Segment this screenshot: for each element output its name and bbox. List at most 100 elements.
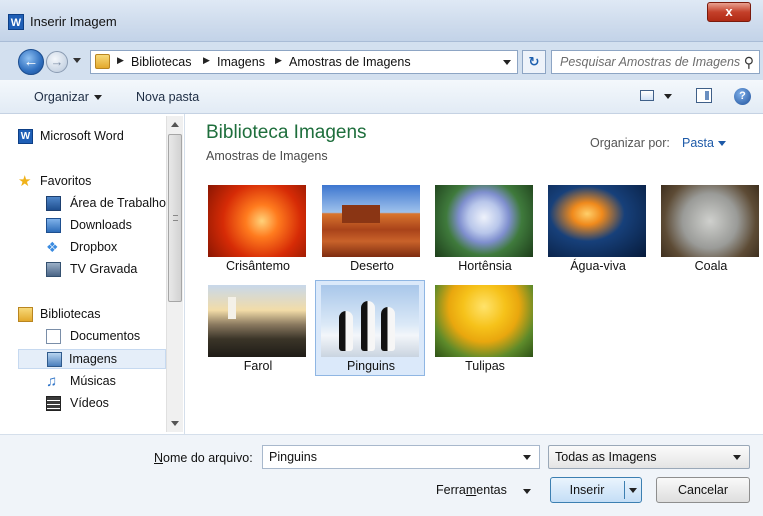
nav-item-musicas[interactable]: ♫ Músicas bbox=[46, 372, 166, 392]
cancel-button[interactable]: Cancelar bbox=[656, 477, 750, 503]
image-caption: Crisântemo bbox=[226, 259, 290, 273]
close-button[interactable]: x bbox=[707, 2, 751, 22]
word-icon: W bbox=[18, 129, 33, 144]
nav-item-bibliotecas[interactable]: Bibliotecas bbox=[18, 305, 166, 325]
scrollbar-thumb[interactable] bbox=[168, 134, 182, 302]
address-bar[interactable]: ▶ Bibliotecas ▶ Imagens ▶ Amostras de Im… bbox=[90, 50, 518, 74]
nav-item-microsoft-word[interactable]: W Microsoft Word bbox=[18, 127, 166, 147]
nav-item-favoritos[interactable]: ★ Favoritos bbox=[18, 172, 166, 192]
insert-options-dropdown-icon[interactable] bbox=[629, 488, 637, 493]
file-list-area: Biblioteca Imagens Amostras de Imagens O… bbox=[186, 114, 763, 434]
chevron-down-icon[interactable] bbox=[718, 141, 726, 146]
filename-dropdown-icon[interactable] bbox=[523, 455, 531, 460]
nav-item-dropbox[interactable]: ❖ Dropbox bbox=[46, 238, 166, 258]
grip-icon bbox=[173, 215, 178, 221]
breadcrumb-amostras[interactable]: Amostras de Imagens bbox=[289, 55, 411, 69]
image-tile-coala[interactable]: Coala bbox=[655, 180, 763, 276]
nav-item-downloads[interactable]: Downloads bbox=[46, 216, 166, 236]
organize-label: Organizar bbox=[34, 90, 89, 104]
address-row: ← → ▶ Bibliotecas ▶ Imagens ▶ Amostras d… bbox=[0, 42, 763, 80]
image-caption: Farol bbox=[243, 359, 273, 373]
nav-item-label: Bibliotecas bbox=[40, 307, 101, 321]
image-tile-hortensia[interactable]: Hortênsia bbox=[429, 180, 539, 276]
insert-button[interactable]: Inserir bbox=[550, 477, 642, 503]
nav-item-label: Favoritos bbox=[40, 174, 92, 188]
nav-item-label: Downloads bbox=[70, 218, 132, 232]
dropbox-icon: ❖ bbox=[46, 239, 59, 255]
image-thumbnail bbox=[321, 285, 419, 357]
recent-pages-dropdown-icon[interactable] bbox=[73, 58, 81, 63]
chevron-down-icon[interactable] bbox=[523, 489, 531, 494]
tools-label-part: entas bbox=[476, 483, 507, 497]
search-input[interactable]: Pesquisar Amostras de Imagens ⚲ bbox=[551, 50, 760, 74]
nav-item-label: Microsoft Word bbox=[40, 129, 124, 143]
breadcrumb-separator-icon: ▶ bbox=[117, 55, 124, 65]
preview-pane-icon[interactable] bbox=[696, 88, 712, 103]
image-caption: Hortênsia bbox=[458, 259, 512, 273]
image-tile-pinguins[interactable]: Pinguins bbox=[315, 280, 425, 376]
nav-item-imagens[interactable]: Imagens bbox=[18, 349, 166, 369]
image-tile-crisantemo[interactable]: Crisântemo bbox=[202, 180, 312, 276]
refresh-button[interactable]: ↻ bbox=[522, 50, 546, 74]
downloads-icon bbox=[46, 218, 61, 233]
filename-label-text: ome do arquivo: bbox=[163, 451, 253, 465]
back-button[interactable]: ← bbox=[18, 49, 44, 75]
file-type-select[interactable]: Todas as Imagens bbox=[548, 445, 750, 469]
nav-item-label: Imagens bbox=[69, 352, 117, 366]
back-arrow-icon: ← bbox=[23, 53, 39, 70]
image-tile-agua-viva[interactable]: Água-viva bbox=[542, 180, 652, 276]
search-icon: ⚲ bbox=[743, 54, 754, 70]
forward-button[interactable]: → bbox=[46, 51, 68, 73]
breadcrumb-imagens[interactable]: Imagens bbox=[217, 55, 265, 69]
nav-item-label: Área de Trabalho bbox=[70, 196, 166, 210]
penguin-shape bbox=[381, 307, 395, 351]
penguin-shape bbox=[361, 301, 375, 351]
tools-menu[interactable]: Ferramentas bbox=[436, 483, 507, 497]
new-folder-button[interactable]: Nova pasta bbox=[136, 90, 199, 104]
file-type-value: Todas as Imagens bbox=[555, 450, 657, 464]
forward-arrow-icon: → bbox=[50, 54, 64, 69]
insert-label: Inserir bbox=[569, 483, 605, 497]
arrange-by-dropdown[interactable]: Pasta bbox=[682, 136, 714, 150]
chevron-down-icon bbox=[733, 455, 741, 460]
address-dropdown-icon[interactable] bbox=[503, 60, 511, 65]
view-options-dropdown-icon[interactable] bbox=[664, 94, 672, 99]
organize-menu[interactable]: Organizar bbox=[34, 90, 102, 104]
breadcrumb-separator-icon: ▶ bbox=[275, 55, 282, 65]
nav-scrollbar[interactable] bbox=[166, 116, 183, 432]
image-thumbnail bbox=[435, 285, 533, 357]
scroll-down-icon[interactable] bbox=[171, 421, 179, 426]
libraries-icon bbox=[18, 307, 33, 322]
word-app-icon: W bbox=[8, 14, 24, 30]
image-tile-farol[interactable]: Farol bbox=[202, 280, 312, 376]
image-tile-deserto[interactable]: Deserto bbox=[316, 180, 426, 276]
nav-item-documentos[interactable]: Documentos bbox=[46, 327, 166, 347]
scroll-up-icon[interactable] bbox=[171, 122, 179, 127]
nav-item-videos[interactable]: Vídeos bbox=[46, 394, 166, 414]
window-title: Inserir Imagem bbox=[30, 14, 117, 29]
image-caption: Água-viva bbox=[570, 259, 626, 273]
help-icon[interactable]: ? bbox=[734, 88, 751, 105]
library-title: Biblioteca Imagens bbox=[206, 122, 367, 143]
document-icon bbox=[46, 329, 61, 344]
star-icon: ★ bbox=[18, 173, 32, 190]
breadcrumb-bibliotecas[interactable]: Bibliotecas bbox=[131, 55, 191, 69]
image-thumbnail bbox=[208, 285, 306, 357]
desktop-icon bbox=[46, 196, 61, 211]
pictures-icon bbox=[47, 352, 62, 367]
videos-icon bbox=[46, 396, 61, 411]
search-placeholder: Pesquisar Amostras de Imagens bbox=[560, 55, 741, 69]
image-thumbnail bbox=[435, 185, 533, 257]
navigation-pane: W Microsoft Word ★ Favoritos Área de Tra… bbox=[0, 114, 185, 434]
filename-label: Nome do arquivo: bbox=[154, 451, 253, 465]
filename-value: Pinguins bbox=[269, 450, 317, 464]
split-divider bbox=[624, 481, 625, 499]
change-view-icon[interactable] bbox=[640, 90, 654, 101]
nav-item-label: Dropbox bbox=[70, 240, 118, 254]
image-caption: Deserto bbox=[350, 259, 394, 273]
image-tile-tulipas[interactable]: Tulipas bbox=[429, 280, 539, 376]
chevron-down-icon bbox=[93, 95, 102, 101]
nav-item-tv-gravada[interactable]: TV Gravada bbox=[46, 260, 166, 280]
nav-item-area-de-trabalho[interactable]: Área de Trabalho bbox=[46, 194, 166, 214]
filename-input[interactable]: Pinguins bbox=[262, 445, 540, 469]
